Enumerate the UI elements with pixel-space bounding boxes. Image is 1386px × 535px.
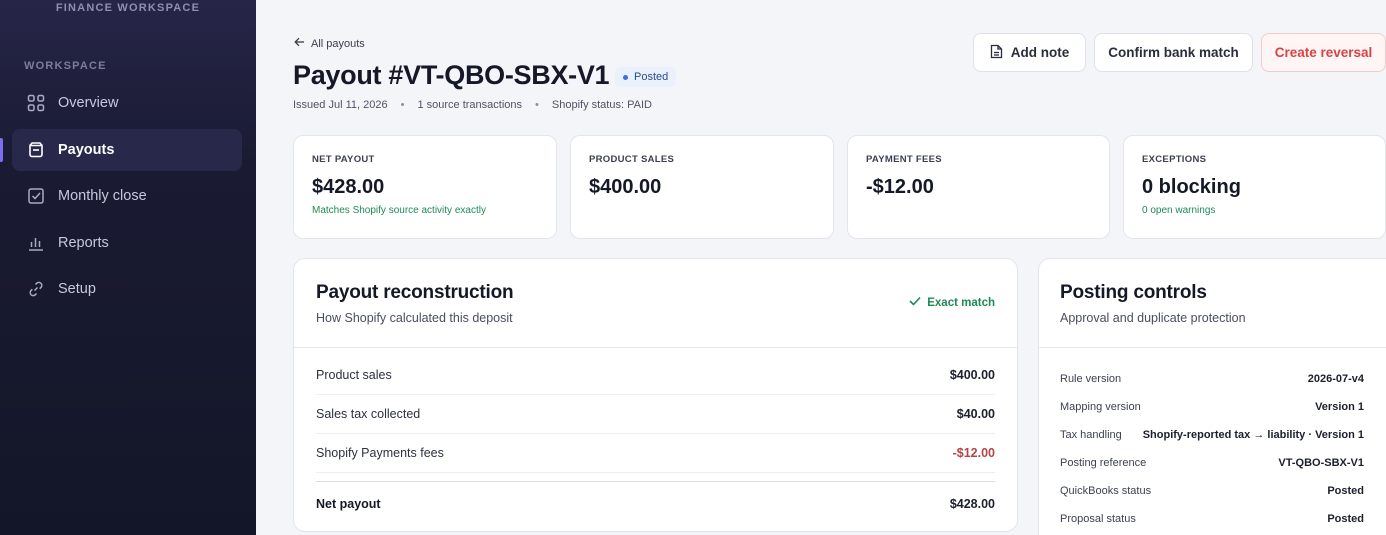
sidebar-item-label: Reports [58, 234, 109, 251]
row-label: Product sales [316, 368, 392, 382]
stat-card-product-sales: PRODUCT SALES $400.00 [570, 135, 834, 239]
stat-value: 0 blocking [1142, 176, 1241, 198]
wallet-icon [26, 140, 46, 160]
stat-card-payment-fees: PAYMENT FEES -$12.00 [847, 135, 1110, 239]
table-row: Sales tax collected $40.00 [316, 395, 995, 434]
stat-value: -$12.00 [866, 176, 934, 198]
meta-separator: • [535, 99, 539, 111]
posting-controls-panel: Posting controls Approval and duplicate … [1038, 258, 1386, 535]
exact-match-indicator: Exact match [909, 296, 995, 309]
payout-meta: Issued Jul 11, 2026 • 1 source transacti… [293, 99, 652, 111]
panel-title: Posting controls [1060, 282, 1207, 303]
sidebar-item-label: Setup [58, 281, 96, 297]
row-amount: $40.00 [956, 407, 995, 421]
table-row: Product sales $400.00 [316, 356, 995, 395]
control-value: Posted [1327, 513, 1364, 525]
control-value: Shopify-reported tax → liability · Versi… [1142, 429, 1364, 441]
meta-shopify-status: Shopify status: PAID [551, 99, 652, 111]
stat-value: $428.00 [312, 176, 385, 198]
sidebar: FINANCE WORKSPACE WORKSPACE Overview Pay… [0, 0, 256, 535]
status-dot-icon [623, 74, 628, 80]
back-link-label: All payouts [311, 37, 365, 50]
confirm-bank-match-button[interactable]: Confirm bank match [1094, 33, 1253, 72]
row-amount: $428.00 [949, 496, 995, 511]
control-value: Posted [1327, 485, 1364, 497]
control-value: Version 1 [1315, 401, 1364, 413]
sidebar-item-payouts[interactable]: Payouts [0, 128, 242, 171]
row-amount: -$12.00 [952, 446, 995, 460]
page-title: Payout #VT-QBO-SBX-V1 [293, 60, 610, 90]
create-reversal-button[interactable]: Create reversal [1261, 33, 1386, 72]
row-label: Net payout [316, 496, 381, 511]
control-label: Mapping version [1060, 401, 1141, 413]
control-label: Tax handling [1060, 429, 1122, 441]
row-amount: $400.00 [949, 368, 995, 382]
status-badge-label: Posted [634, 71, 669, 83]
table-row: Shopify Payments fees -$12.00 [316, 434, 995, 473]
stat-sub: 0 open warnings [1142, 205, 1216, 216]
panel-title: Payout reconstruction [316, 282, 514, 303]
control-value: 2026-07-v4 [1307, 373, 1364, 385]
back-link[interactable]: All payouts [294, 37, 365, 50]
add-note-label: Add note [1010, 45, 1070, 60]
list-item: Mapping version Version 1 [1060, 393, 1364, 421]
bar-chart-icon [26, 233, 46, 253]
sidebar-item-label: Payouts [58, 141, 115, 158]
match-label: Exact match [927, 296, 995, 309]
sidebar-item-reports[interactable]: Reports [12, 222, 242, 264]
control-label: Proposal status [1060, 513, 1136, 525]
sidebar-nav: Overview Payouts Monthly close Reports S… [0, 82, 242, 315]
stat-sub: Matches Shopify source activity exactly [312, 205, 486, 216]
stat-card-exceptions: EXCEPTIONS 0 blocking 0 open warnings [1123, 135, 1386, 239]
control-label: QuickBooks status [1060, 485, 1152, 497]
arrow-left-icon [294, 37, 305, 50]
row-label: Shopify Payments fees [316, 446, 444, 460]
row-label: Sales tax collected [316, 407, 421, 421]
meta-issued: Issued Jul 11, 2026 [293, 99, 388, 111]
stat-card-net-payout: NET PAYOUT $428.00 Matches Shopify sourc… [293, 135, 557, 239]
stat-label: PAYMENT FEES [866, 154, 942, 165]
table-row-total: Net payout $428.00 [316, 481, 995, 525]
list-item: Proposal status Posted [1060, 505, 1364, 533]
panel-divider [1039, 347, 1386, 348]
meta-separator: • [400, 99, 405, 111]
stat-label: NET PAYOUT [312, 154, 375, 165]
sidebar-item-overview[interactable]: Overview [12, 82, 242, 124]
stat-value: $400.00 [589, 176, 662, 198]
sidebar-item-setup[interactable]: Setup [12, 268, 242, 310]
control-label: Posting reference [1060, 457, 1147, 469]
panel-divider [294, 347, 1017, 348]
sidebar-item-label: Overview [58, 95, 119, 111]
stat-label: PRODUCT SALES [589, 154, 675, 165]
stat-label: EXCEPTIONS [1142, 154, 1207, 165]
panel-subtitle: Approval and duplicate protection [1060, 311, 1246, 325]
grid-icon [26, 93, 46, 113]
checkbox-icon [26, 186, 46, 206]
payout-reconstruction-panel: Payout reconstruction How Shopify calcul… [293, 258, 1018, 532]
add-note-button[interactable]: Add note [973, 33, 1086, 72]
list-item: Rule version 2026-07-v4 [1060, 365, 1364, 393]
check-icon [909, 296, 921, 309]
note-icon [990, 44, 1003, 62]
meta-source-count: 1 source transactions [417, 99, 523, 111]
control-value: VT-QBO-SBX-V1 [1278, 457, 1364, 469]
list-item: QuickBooks status Posted [1060, 477, 1364, 505]
list-item: Tax handling Shopify-reported tax → liab… [1060, 421, 1364, 449]
link-icon [26, 279, 46, 299]
sidebar-item-label: Monthly close [58, 188, 147, 204]
panel-subtitle: How Shopify calculated this deposit [316, 311, 513, 325]
sidebar-item-monthly-close[interactable]: Monthly close [12, 175, 242, 217]
control-label: Rule version [1060, 373, 1122, 385]
list-item: Posting reference VT-QBO-SBX-V1 [1060, 449, 1364, 477]
section-label: WORKSPACE [24, 60, 107, 72]
brand-label: FINANCE WORKSPACE [55, 2, 201, 14]
status-badge: Posted [615, 67, 677, 87]
